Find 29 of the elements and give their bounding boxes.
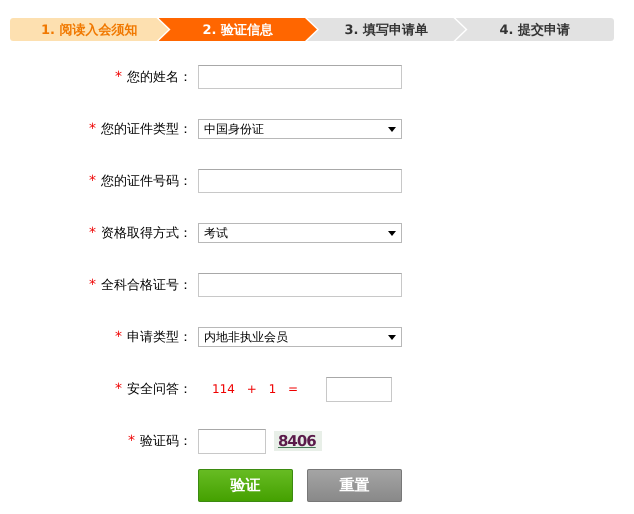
field-label: 全科合格证号： [101,277,192,294]
field-label: 您的证件号码： [101,173,192,190]
input-field[interactable] [198,169,402,193]
required-mark: * [115,69,122,85]
field-label: 安全问答： [127,381,192,398]
required-mark: * [115,329,122,345]
caret-icon [388,230,396,236]
field-label: 资格取得方式： [101,225,192,242]
caret-icon [388,334,396,340]
field-label: 您的姓名： [127,69,192,86]
field-label: 验证码： [140,433,192,450]
question-text: 114 + 1 = [212,382,298,396]
required-mark: * [128,433,135,449]
field-label: 您的证件类型： [101,121,192,138]
field-label: 申请类型： [127,329,192,346]
input-field[interactable] [198,65,402,89]
select-field[interactable]: 中国身份证 [198,119,402,139]
select-field[interactable]: 考试 [198,223,402,243]
captcha-image: 8406 [274,431,322,451]
select-field[interactable]: 内地非执业会员 [198,327,402,347]
required-mark: * [89,121,96,137]
required-mark: * [89,225,96,241]
caret-icon [388,126,396,132]
required-mark: * [89,173,96,189]
input-field[interactable] [198,273,402,297]
answer-field[interactable] [326,376,392,402]
required-mark: * [89,277,96,293]
required-mark: * [115,381,122,397]
captcha-field[interactable] [198,428,266,454]
